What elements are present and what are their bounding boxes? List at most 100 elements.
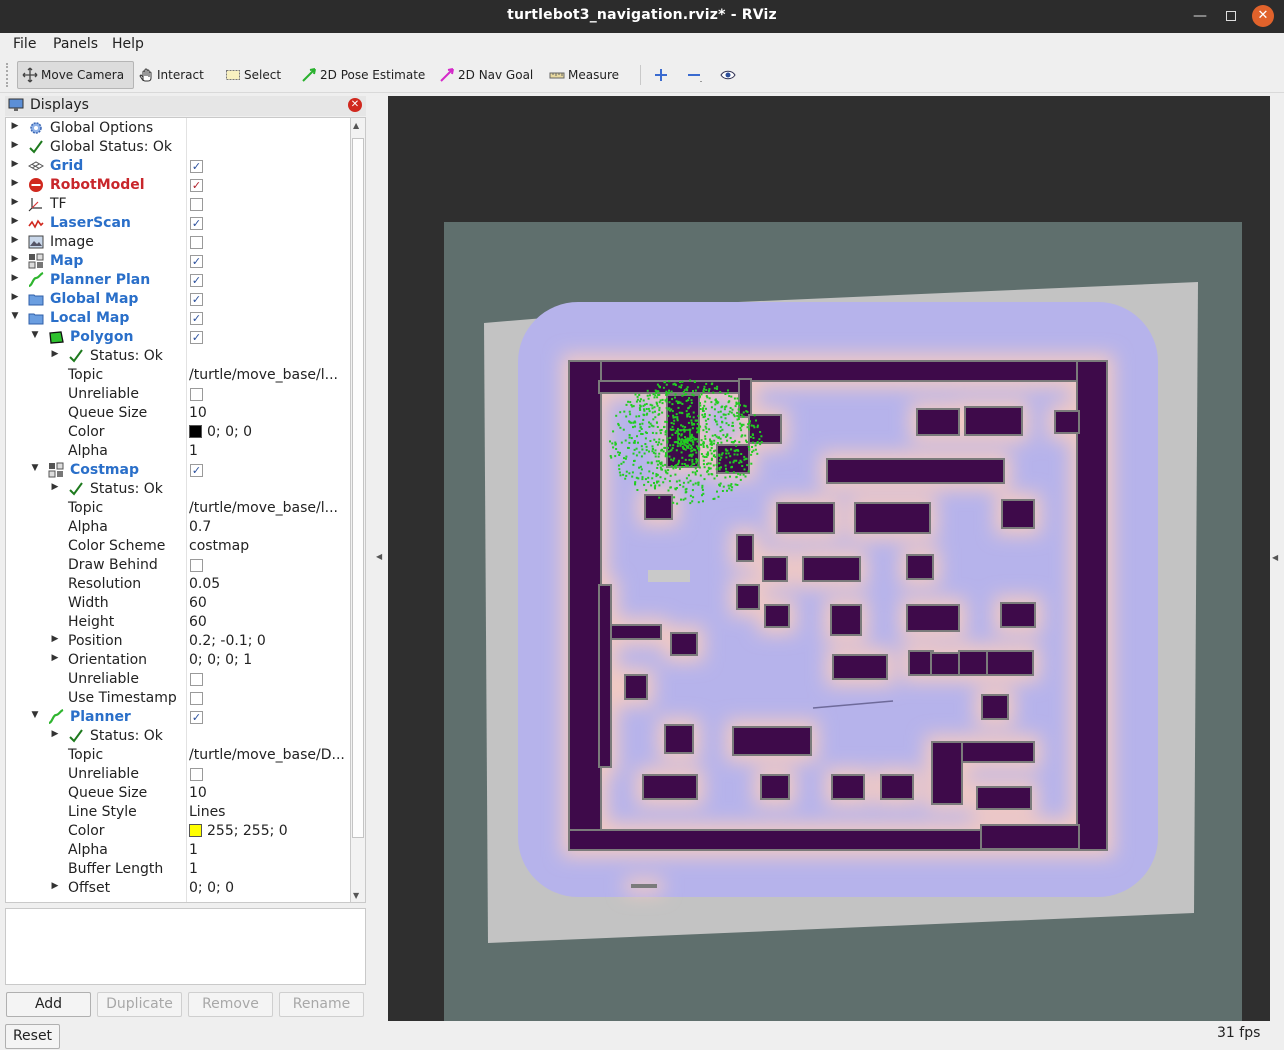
display-row[interactable]: Topic/turtle/move_base/D... xyxy=(6,746,350,765)
collapse-left-icon[interactable]: ◀ xyxy=(376,552,382,561)
collapse-arrow-icon[interactable]: ▼ xyxy=(30,463,40,473)
display-row[interactable]: Height 60 xyxy=(6,613,350,632)
display-checkbox[interactable]: ✓ xyxy=(190,293,203,306)
display-row[interactable]: ▶ Image xyxy=(6,233,350,252)
display-row-value[interactable]: 1 xyxy=(189,842,198,858)
menu-file[interactable]: File xyxy=(13,36,36,52)
expand-arrow-icon[interactable]: ▶ xyxy=(50,482,60,492)
interact-button[interactable]: Interact xyxy=(134,61,208,89)
display-checkbox[interactable] xyxy=(190,768,203,781)
display-row-value[interactable]: 0; 0; 0 xyxy=(189,424,252,440)
add-button[interactable]: Add xyxy=(6,992,91,1017)
expand-arrow-icon[interactable]: ▶ xyxy=(10,254,20,264)
duplicate-button[interactable]: Duplicate xyxy=(97,992,182,1017)
display-checkbox[interactable] xyxy=(190,559,203,572)
display-row[interactable]: Alpha 0.7 xyxy=(6,518,350,537)
render-viewport[interactable] xyxy=(388,96,1270,1021)
display-row[interactable]: Width 60 xyxy=(6,594,350,613)
expand-arrow-icon[interactable]: ▶ xyxy=(10,292,20,302)
display-row[interactable]: ▶ Offset 0; 0; 0 xyxy=(6,879,350,898)
display-checkbox[interactable]: ✓ xyxy=(190,464,203,477)
expand-arrow-icon[interactable]: ▶ xyxy=(10,216,20,226)
display-checkbox[interactable] xyxy=(190,236,203,249)
expand-arrow-icon[interactable]: ▶ xyxy=(50,634,60,644)
expand-arrow-icon[interactable]: ▶ xyxy=(50,653,60,663)
display-row[interactable]: ▼ Costmap ✓ xyxy=(6,461,350,480)
pose-estimate-button[interactable]: 2D Pose Estimate xyxy=(297,61,429,89)
display-row-value[interactable]: /turtle/move_base/l... xyxy=(189,367,338,383)
display-row[interactable]: Line Style Lines xyxy=(6,803,350,822)
expand-arrow-icon[interactable]: ▶ xyxy=(50,349,60,359)
display-row-value[interactable]: 10 xyxy=(189,785,207,801)
scroll-up-icon[interactable]: ▲ xyxy=(353,121,359,130)
close-panel-icon[interactable]: ✕ xyxy=(348,98,362,112)
display-row[interactable]: Color 255; 255; 0 xyxy=(6,822,350,841)
display-checkbox[interactable] xyxy=(190,673,203,686)
scrollbar-thumb[interactable] xyxy=(352,138,364,838)
display-row[interactable]: Queue Size 10 xyxy=(6,404,350,423)
displays-scrollbar[interactable]: ▲ ▼ xyxy=(351,117,366,903)
expand-arrow-icon[interactable]: ▶ xyxy=(10,140,20,150)
display-row-value[interactable]: costmap xyxy=(189,538,249,554)
display-row[interactable]: ▶ RobotModel ✓ xyxy=(6,176,350,195)
display-row[interactable]: Unreliable xyxy=(6,765,350,784)
measure-button[interactable]: Measure xyxy=(545,61,623,89)
display-row[interactable]: ▼ Local Map ✓ xyxy=(6,309,350,328)
display-row-value[interactable]: 10 xyxy=(189,405,207,421)
display-row[interactable]: ▶ Position 0.2; -0.1; 0 xyxy=(6,632,350,651)
toolbar-grip[interactable] xyxy=(6,63,11,87)
display-row[interactable]: Unreliable xyxy=(6,670,350,689)
display-row[interactable]: ▶ Global Options xyxy=(6,119,350,138)
collapse-arrow-icon[interactable]: ▼ xyxy=(30,330,40,340)
display-row[interactable]: ▶ Global Map ✓ xyxy=(6,290,350,309)
display-checkbox[interactable]: ✓ xyxy=(190,331,203,344)
expand-arrow-icon[interactable]: ▶ xyxy=(50,729,60,739)
expand-arrow-icon[interactable]: ▶ xyxy=(10,273,20,283)
collapse-right-icon[interactable]: ◀ xyxy=(1272,553,1278,562)
display-row[interactable]: ▶ Global Status: Ok xyxy=(6,138,350,157)
expand-arrow-icon[interactable]: ▶ xyxy=(10,178,20,188)
map-render[interactable] xyxy=(388,96,1270,1021)
display-row[interactable]: ▶ LaserScan ✓ xyxy=(6,214,350,233)
display-row[interactable]: Use Timestamp xyxy=(6,689,350,708)
display-row[interactable]: ▼ Planner ✓ xyxy=(6,708,350,727)
display-row-value[interactable]: 60 xyxy=(189,614,207,630)
menu-panels[interactable]: Panels xyxy=(53,36,98,52)
display-row[interactable]: Resolution 0.05 xyxy=(6,575,350,594)
collapse-arrow-icon[interactable]: ▼ xyxy=(30,710,40,720)
display-row[interactable]: Buffer Length 1 xyxy=(6,860,350,879)
display-checkbox[interactable]: ✓ xyxy=(190,160,203,173)
display-row[interactable]: ▶ Status: Ok xyxy=(6,347,350,366)
display-row-value[interactable]: 0.7 xyxy=(189,519,211,535)
display-row[interactable]: Draw Behind xyxy=(6,556,350,575)
display-row[interactable]: ▶ Status: Ok xyxy=(6,727,350,746)
expand-arrow-icon[interactable]: ▶ xyxy=(50,881,60,891)
display-row-value[interactable]: 255; 255; 0 xyxy=(189,823,288,839)
select-button[interactable]: Select xyxy=(221,61,285,89)
display-checkbox[interactable]: ✓ xyxy=(190,274,203,287)
display-checkbox[interactable] xyxy=(190,198,203,211)
display-row-value[interactable]: 60 xyxy=(189,595,207,611)
panel-splitter[interactable]: ◀ xyxy=(372,96,386,1021)
display-row-value[interactable]: 1 xyxy=(189,443,198,459)
collapse-arrow-icon[interactable]: ▼ xyxy=(10,311,20,321)
remove-button[interactable]: Remove xyxy=(188,992,273,1017)
display-row-value[interactable]: 1 xyxy=(189,861,198,877)
display-checkbox[interactable] xyxy=(190,692,203,705)
expand-arrow-icon[interactable]: ▶ xyxy=(10,197,20,207)
expand-arrow-icon[interactable]: ▶ xyxy=(10,235,20,245)
display-checkbox[interactable]: ✓ xyxy=(190,217,203,230)
move-camera-button[interactable]: Move Camera xyxy=(17,61,134,89)
display-checkbox[interactable]: ✓ xyxy=(190,711,203,724)
display-row-value[interactable]: 0.05 xyxy=(189,576,220,592)
display-row[interactable]: ▶ Planner Plan ✓ xyxy=(6,271,350,290)
display-row[interactable]: ▶ Map ✓ xyxy=(6,252,350,271)
close-icon[interactable]: ✕ xyxy=(1252,5,1274,27)
display-row[interactable]: ▶ Status: Ok xyxy=(6,480,350,499)
display-checkbox[interactable]: ✓ xyxy=(190,312,203,325)
display-row[interactable]: Alpha 1 xyxy=(6,841,350,860)
expand-arrow-icon[interactable]: ▶ xyxy=(10,159,20,169)
display-row[interactable]: Color Scheme costmap xyxy=(6,537,350,556)
display-row[interactable]: Topic/turtle/move_base/l... xyxy=(6,499,350,518)
display-row-value[interactable]: /turtle/move_base/l... xyxy=(189,500,338,516)
